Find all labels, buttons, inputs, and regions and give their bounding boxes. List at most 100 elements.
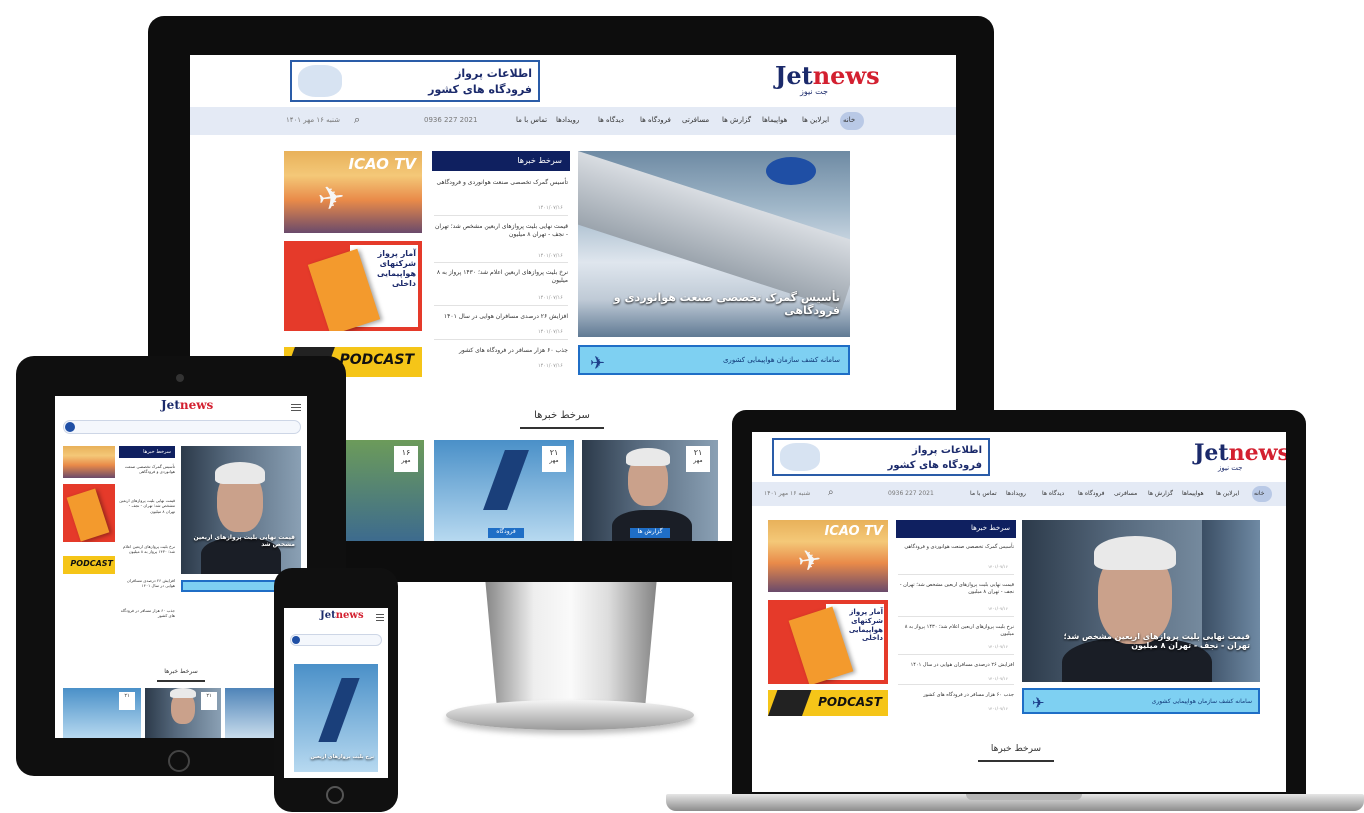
sidebar-item-1[interactable]: تأسیس گمرک تخصصی صنعت هوانوردی و فرودگاه… (898, 544, 1014, 551)
cao-portal-ad[interactable]: ✈ سامانه کشف سازمان هواپیمایی کشوری (1022, 688, 1260, 714)
nav-item-events[interactable]: رویدادها (556, 116, 579, 124)
sidebar-item-4[interactable]: افزایش ۲۶ درصدی مسافران هوایی در سال ۱۴۰… (898, 662, 1014, 669)
flight-info-banner[interactable]: اطلاعات پرواز فرودگاه های کشور (772, 438, 990, 476)
site-logo[interactable]: Jetnews (161, 398, 213, 412)
flight-stats-book-ad[interactable]: آمار پرواز شرکتهای هواپیمایی داخلی (768, 600, 888, 684)
site-logo[interactable]: Jetnews (320, 610, 364, 621)
search-icon[interactable]: ⌕ (828, 487, 834, 498)
news-card-1[interactable]: ۱۶ مهر (342, 440, 424, 541)
icao-tv-ad[interactable]: ✈ ICAO TV (284, 151, 422, 233)
search-icon[interactable] (65, 422, 75, 432)
icao-tv-ad[interactable]: ✈ ICAO TV (768, 520, 888, 592)
search-input[interactable] (63, 420, 301, 434)
nav-item-contact[interactable]: تماس با ما (970, 490, 997, 497)
podcast-label: PODCAST (70, 559, 113, 568)
monitor-stand-neck (485, 582, 657, 704)
nav-item-reports[interactable]: گزارش ها (722, 116, 751, 124)
flight-stats-book-ad[interactable]: آمار پرواز شرکتهای هواپیمایی داخلی (284, 241, 422, 331)
sidebar-item-3-date: ۱۴۰۱/۰۷/۱۶ (538, 295, 563, 301)
book-ad-text: آمار پرواز شرکتهای هواپیمایی داخلی (848, 608, 883, 643)
banner-line1: اطلاعات پرواز (912, 445, 982, 456)
nav-phone: 0936 227 2021 (888, 490, 934, 497)
banner-line1: اطلاعات پرواز (455, 67, 532, 80)
cao-portal-ad-text: سامانه کشف سازمان هواپیمایی کشوری (722, 356, 840, 364)
nav-item-travel[interactable]: مسافرتی (1114, 490, 1137, 497)
nav-item-opinions[interactable]: دیدگاه ها (1042, 490, 1064, 497)
nav-date: شنبه ۱۶ مهر ۱۴۰۱ (764, 490, 811, 497)
nav-item-opinions[interactable]: دیدگاه ها (598, 116, 624, 124)
hamburger-menu-icon[interactable] (291, 404, 301, 413)
nav-item-aircraft[interactable]: هواپیماها (1182, 490, 1204, 497)
podcast-label: PODCAST (818, 695, 882, 709)
icao-tv-ad[interactable] (63, 446, 115, 478)
nav-item-airports[interactable]: فرودگاه ها (640, 116, 671, 124)
section-underline (978, 760, 1054, 762)
card-date: ۲۱ مهر (542, 446, 566, 472)
cao-portal-ad[interactable]: ✈ سامانه کشف سازمان هواپیمایی کشوری (578, 345, 850, 375)
nav-item-reports[interactable]: گزارش ها (1148, 490, 1173, 497)
nav-item-contact[interactable]: تماس با ما (516, 116, 547, 124)
sidebar-item-4[interactable]: افزایش ۲۶ درصدی مسافران هوایی در سال ۱۴۰… (434, 313, 568, 321)
iran-map-icon (780, 443, 820, 471)
nav-item-airlines[interactable]: ایرلاین ها (1216, 490, 1239, 497)
hero-caption: تأسیس گمرک تخصصی صنعت هوانوردی و فرودگاه… (613, 291, 840, 317)
hero-main-image[interactable]: قیمت نهایی بلیت پروازهای اربعین مشخص شد (181, 446, 301, 574)
divider (898, 654, 1014, 655)
hamburger-menu-icon[interactable] (376, 614, 384, 623)
card-date: ۲۱ مهر (686, 446, 710, 472)
search-input[interactable] (290, 634, 382, 646)
sidebar-item-1[interactable]: تأسیس گمرک تخصصی صنعت هوانوردی و فرودگاه… (119, 464, 175, 475)
news-card-2[interactable]: ۲۱ مهر فرودگاه (434, 440, 574, 541)
nav-item-travel[interactable]: مسافرتی (682, 116, 709, 124)
sidebar-item-2[interactable]: قیمت نهایی بلیت پروازهای اربعین مشخص شد؛… (434, 223, 568, 239)
sidebar-item-1[interactable]: تأسیس گمرک تخصصی صنعت هوانوردی و فرودگاه… (434, 179, 568, 187)
nav-item-airlines[interactable]: ایرلاین ها (802, 116, 829, 124)
sidebar-item-3[interactable]: نرخ بلیت پروازهای اربعین اعلام شد؛ ۱۴۳۰ … (898, 624, 1014, 638)
divider (898, 574, 1014, 575)
nav-item-aircraft[interactable]: هواپیماها (762, 116, 787, 124)
podcast-ad[interactable]: PODCAST (63, 556, 115, 574)
nav-item-events[interactable]: رویدادها (1006, 490, 1026, 497)
hero-main-image[interactable]: تأسیس گمرک تخصصی صنعت هوانوردی و فرودگاه… (578, 151, 850, 337)
sidebar-item-2[interactable]: قیمت نهایی بلیت پروازهای اربعین مشخص شد؛… (898, 582, 1014, 596)
book-ad-text: آمار پرواز شرکتهای هواپیمایی داخلی (376, 249, 416, 288)
news-card-2[interactable]: ۲۱ (63, 688, 141, 738)
divider (434, 215, 568, 216)
sidebar-item-5[interactable]: جذب ۶۰ هزار مسافر در فرودگاه های کشور (898, 692, 1014, 699)
hero-main-image[interactable]: نرخ بلیت پروازهای اربعین (294, 664, 378, 772)
sidebar-item-4[interactable]: افزایش ۲۶ درصدی مسافران هوایی در سال ۱۴۰… (119, 578, 175, 589)
airplane-icon: ✈ (795, 542, 824, 579)
sidebar-item-2[interactable]: قیمت نهایی بلیت پروازهای اربعین مشخص شد؛… (119, 498, 175, 514)
hero-caption: قیمت نهایی بلیت پروازهای اربعین مشخص شد (193, 534, 295, 548)
airplane-icon: ✈ (590, 353, 606, 374)
card-category[interactable]: فرودگاه (488, 528, 524, 538)
flight-stats-book-ad[interactable] (63, 484, 115, 542)
sidebar-item-3[interactable]: نرخ بلیت پروازهای اربعین اعلام شد؛ ۱۴۳۰ … (119, 544, 175, 555)
hero-main-image[interactable]: قیمت نهایی بلیت پروازهای اربعین مشخص شد؛… (1022, 520, 1260, 682)
card-category[interactable]: گزارش ها (630, 528, 670, 538)
airplane-icon: ✈ (315, 177, 348, 219)
nav-item-airports[interactable]: فرودگاه ها (1078, 490, 1104, 497)
site-logo[interactable]: Jetnews (1194, 440, 1286, 466)
phone-home-button[interactable] (326, 786, 344, 804)
flight-info-banner[interactable]: اطلاعات پرواز فرودگاه های کشور (290, 60, 540, 102)
nav-home-label: خانه (843, 116, 856, 124)
sidebar-item-5[interactable]: جذب ۶۰ هزار مسافر در فرودگاه های کشور (119, 608, 175, 619)
sidebar-item-1-date: ۱۴۰۱/۰۷/۱۶ (538, 205, 563, 211)
nav-home-label: خانه (1254, 490, 1265, 497)
tablet-home-button[interactable] (168, 750, 190, 772)
search-icon[interactable] (292, 636, 300, 644)
news-card-3[interactable]: ۲۱ (145, 688, 221, 738)
sidebar-item-2-date: ۱۴۰۱/۰۷/۱۶ (538, 253, 563, 259)
site-logo[interactable]: Jetnews (775, 61, 880, 90)
divider (434, 339, 568, 340)
sidebar-item-1-date: ۱۴۰۱/۰۷/۱۶ (988, 564, 1008, 569)
news-card-3[interactable]: ۲۱ مهر گزارش ها (582, 440, 718, 541)
podcast-ad[interactable]: PODCAST (768, 690, 888, 716)
podcast-label: PODCAST (339, 352, 414, 368)
sidebar-item-3[interactable]: نرخ بلیت پروازهای اربعین اعلام شد؛ ۱۴۳۰ … (434, 269, 568, 285)
search-icon[interactable]: ⌕ (354, 113, 360, 127)
icao-tv-label: ICAO TV (824, 524, 883, 539)
card-date: ۲۱ (201, 692, 217, 710)
sidebar-item-5[interactable]: جذب ۶۰ هزار مسافر در فرودگاه های کشور (434, 347, 568, 355)
